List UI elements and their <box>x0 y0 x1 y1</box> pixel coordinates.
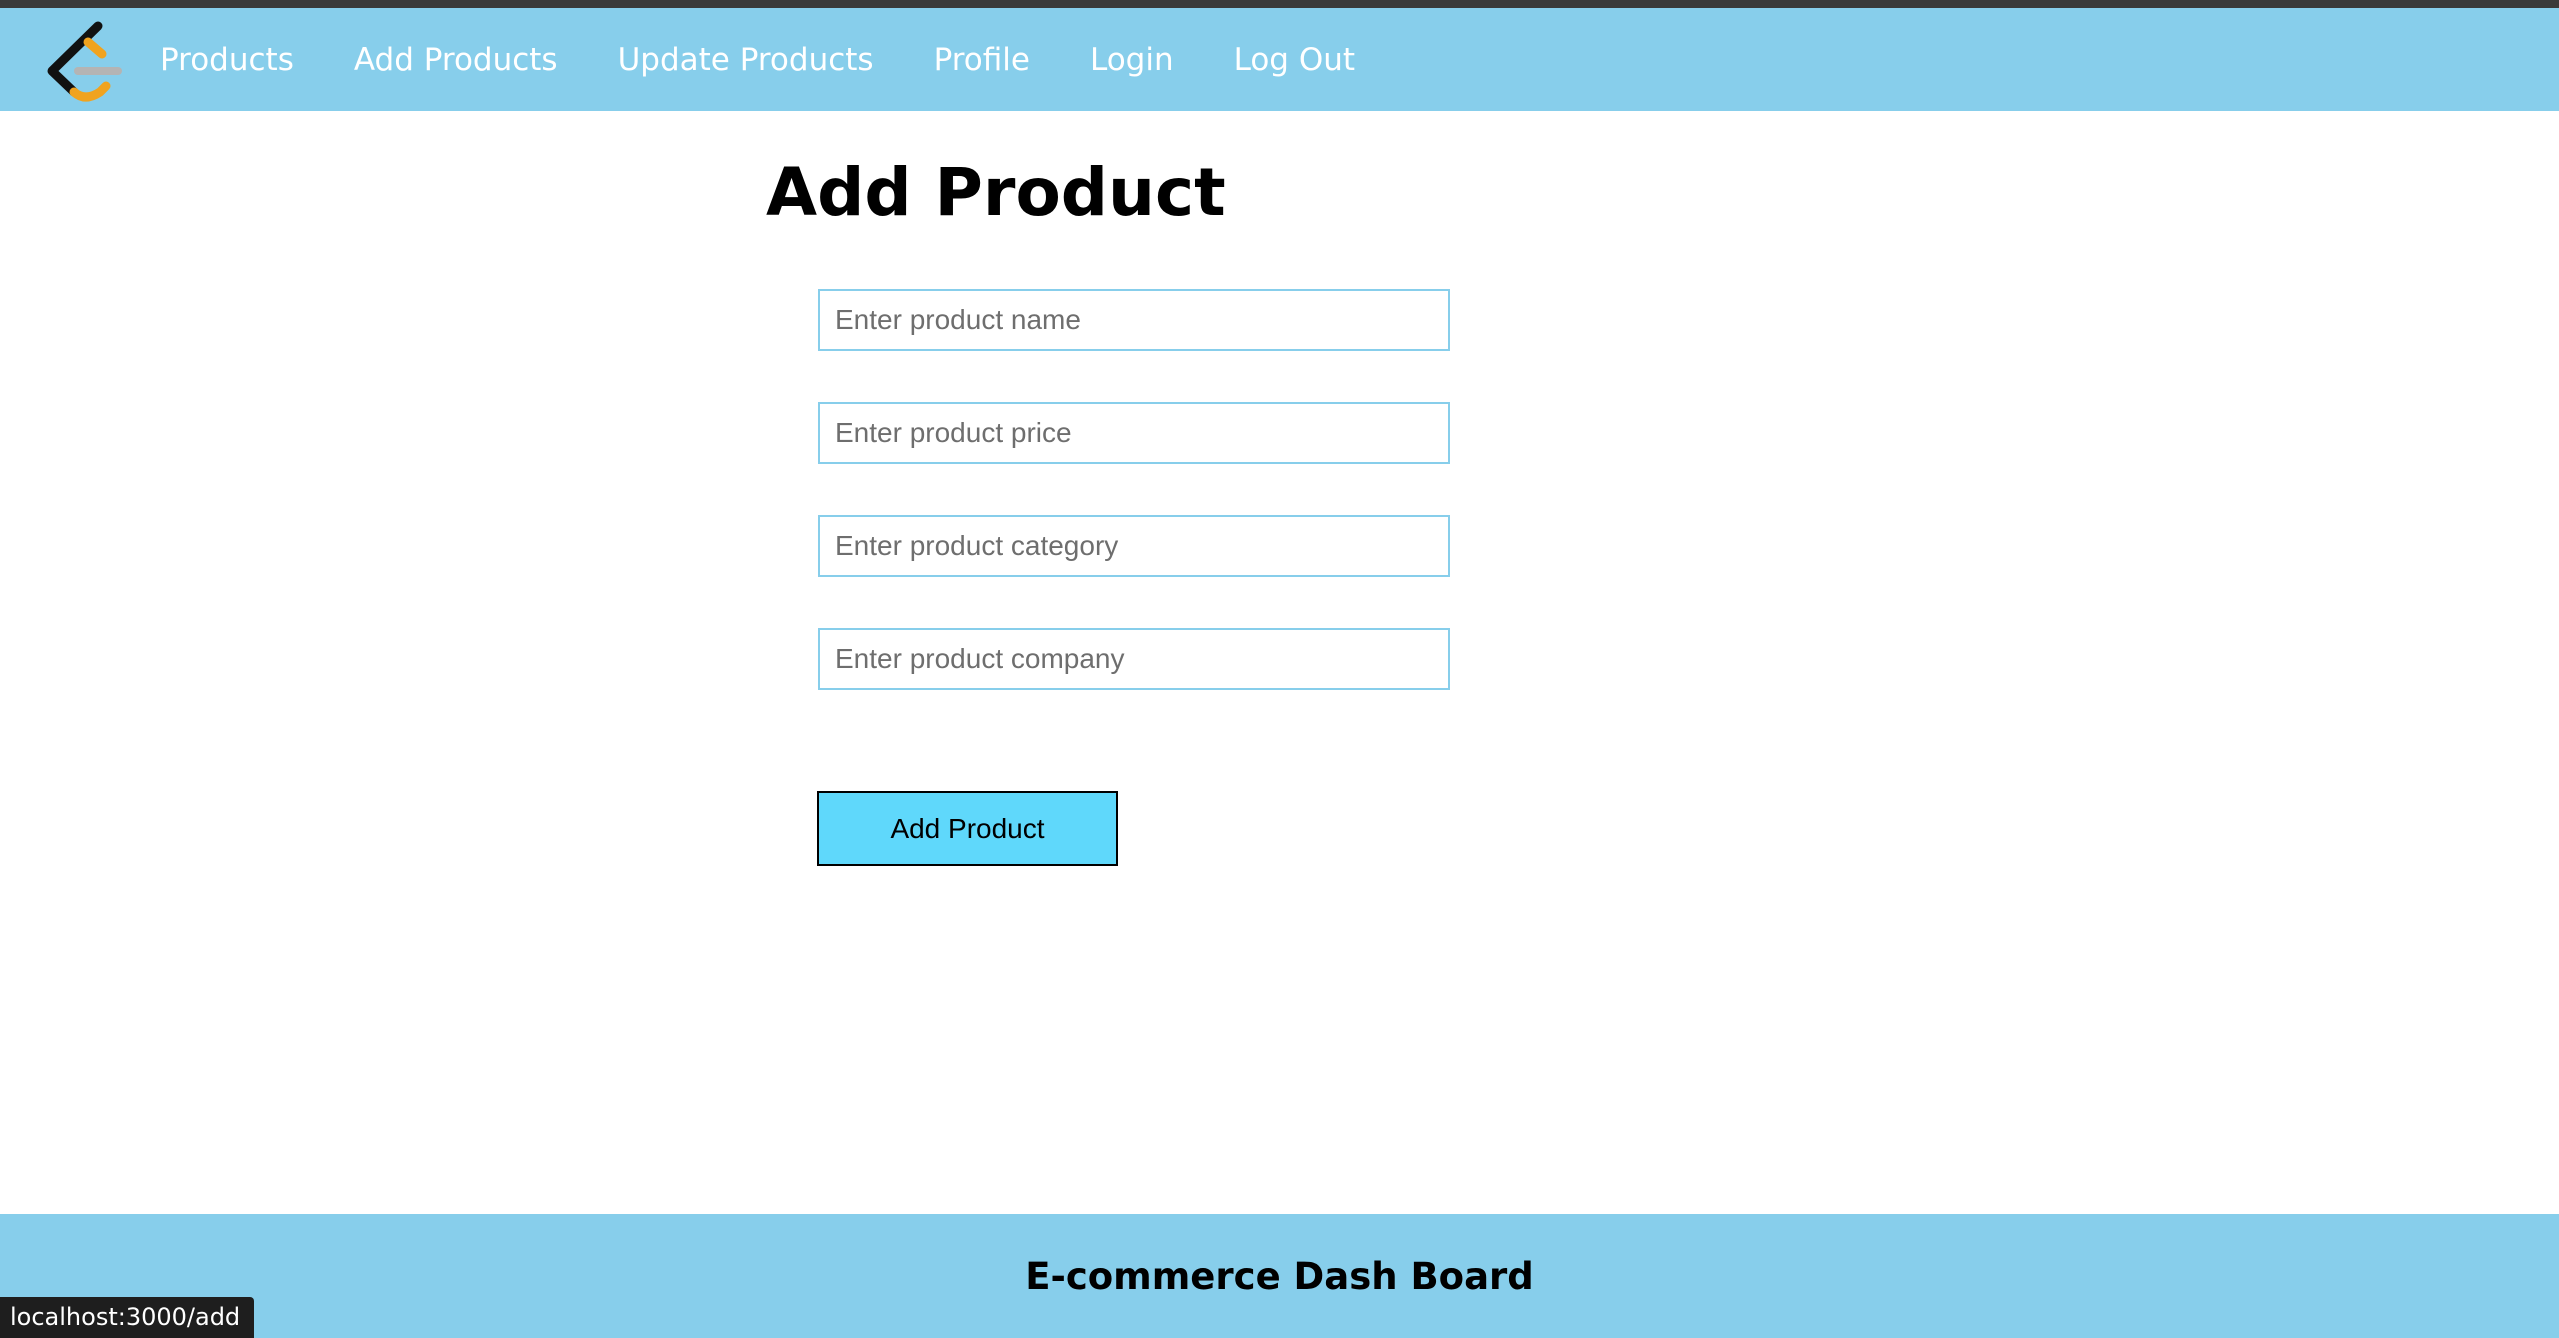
product-category-input[interactable] <box>818 515 1450 577</box>
product-name-input[interactable] <box>818 289 1450 351</box>
nav-item-logout: Log Out <box>1234 42 1355 78</box>
navbar: Products Add Products Update Products Pr… <box>0 8 2559 111</box>
nav-link-add-products[interactable]: Add Products <box>354 42 558 78</box>
add-product-button[interactable]: Add Product <box>817 791 1118 866</box>
status-bar-url: localhost:3000/add <box>0 1297 255 1338</box>
footer: E-commerce Dash Board <box>0 1214 2559 1338</box>
nav-item-profile: Profile <box>934 42 1030 78</box>
browser-top-strip <box>0 0 2559 8</box>
nav-item-login: Login <box>1090 42 1174 78</box>
nav-link-profile[interactable]: Profile <box>934 42 1030 78</box>
nav-item-add-products: Add Products <box>354 42 558 78</box>
nav-link-login[interactable]: Login <box>1090 42 1174 78</box>
page-title: Add Product <box>766 154 1226 231</box>
footer-title: E-commerce Dash Board <box>1025 1255 1534 1298</box>
nav-link-logout[interactable]: Log Out <box>1234 42 1355 78</box>
nav-item-products: Products <box>160 42 294 78</box>
product-company-input[interactable] <box>818 628 1450 690</box>
nav-links: Products Add Products Update Products Pr… <box>160 8 1415 111</box>
nav-link-products[interactable]: Products <box>160 42 294 78</box>
nav-link-update-products[interactable]: Update Products <box>618 42 874 78</box>
logo-icon[interactable] <box>42 18 128 116</box>
product-price-input[interactable] <box>818 402 1450 464</box>
nav-item-update-products: Update Products <box>618 42 874 78</box>
